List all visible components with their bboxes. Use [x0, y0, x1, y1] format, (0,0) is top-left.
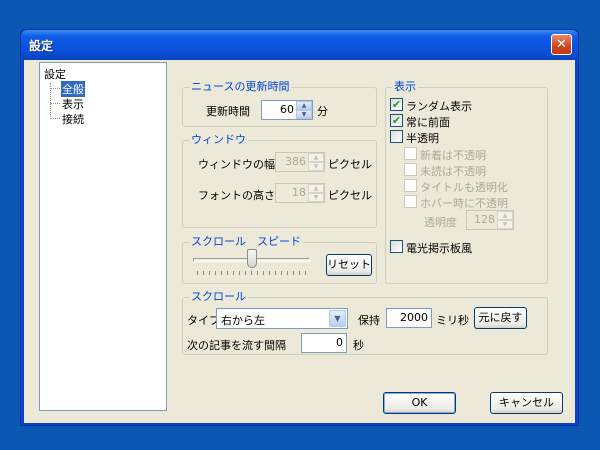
font-height-unit: ピクセル [328, 189, 372, 202]
tree-item-display[interactable]: 表示 [62, 96, 84, 112]
window-width-value: 386 [285, 155, 306, 168]
hold-time-input[interactable]: 2000 [386, 308, 432, 328]
display-group: 表示 ✔ ランダム表示 ✔ 常に前面 半透明 新着は不透明 未読は不透明 タイト… [385, 81, 548, 284]
scroll-speed-slider-thumb[interactable] [246, 249, 257, 268]
title-bar[interactable]: 設定 ✕ [21, 30, 578, 60]
tree-guide-branch [50, 103, 60, 104]
title-transparent-label: タイトルも透明化 [420, 181, 508, 194]
spin-up-icon[interactable]: ▲ [497, 211, 513, 220]
ticker-style-checkbox[interactable] [390, 240, 403, 253]
window-width-label: ウィンドウの幅 [198, 158, 275, 171]
close-button[interactable]: ✕ [551, 34, 572, 55]
display-group-label: 表示 [392, 80, 418, 93]
spin-down-icon[interactable]: ▼ [497, 220, 513, 229]
ok-button[interactable]: OK [383, 392, 456, 414]
hold-label: 保持 [358, 314, 380, 327]
update-interval-unit: 分 [317, 105, 328, 118]
new-opaque-checkbox[interactable] [404, 147, 417, 160]
font-height-spinner[interactable]: 18 ▲ ▼ [275, 183, 325, 203]
next-article-interval-label: 次の記事を流す間隔 [187, 339, 286, 352]
spin-up-icon[interactable]: ▲ [296, 101, 312, 110]
hold-unit: ミリ秒 [436, 314, 469, 327]
ticker-style-label: 電光掲示板風 [406, 242, 472, 255]
update-interval-group-label: ニュースの更新時間 [189, 80, 292, 93]
font-height-value: 18 [292, 186, 306, 199]
scroll-speed-group-label: スクロール スピード [189, 235, 303, 248]
tree-item-general[interactable]: 全般 [61, 81, 85, 97]
opacity-spinner[interactable]: 128 ▲ ▼ [466, 210, 514, 230]
unread-opaque-label: 未読は不透明 [420, 165, 486, 178]
spin-down-icon[interactable]: ▼ [296, 110, 312, 119]
spin-up-icon[interactable]: ▲ [308, 153, 324, 162]
window-width-unit: ピクセル [328, 158, 372, 171]
cancel-button[interactable]: キャンセル [490, 392, 563, 414]
always-on-top-label: 常に前面 [406, 116, 450, 129]
settings-tree[interactable]: 設定 全般 表示 接続 [39, 62, 167, 411]
dialog-client-area: 設定 全般 表示 接続 ニュースの更新時間 更新時間 60 ▲ ▼ 分 ウィンド… [24, 60, 575, 423]
window-width-spinner[interactable]: 386 ▲ ▼ [275, 152, 325, 172]
tree-root[interactable]: 設定 [44, 66, 66, 82]
hover-opaque-checkbox[interactable] [404, 195, 417, 208]
scroll-type-select[interactable]: 右から左 ▼ [216, 308, 348, 329]
settings-window: 設定 ✕ 設定 全般 表示 接続 ニュースの更新時間 更新時間 60 ▲ ▼ 分… [20, 29, 579, 426]
tree-guide-branch [50, 118, 60, 119]
title-transparent-checkbox[interactable] [404, 179, 417, 192]
scroll-speed-ticks [197, 271, 310, 275]
update-interval-group: ニュースの更新時間 更新時間 60 ▲ ▼ 分 [182, 81, 377, 127]
close-icon: ✕ [556, 37, 567, 52]
spin-down-icon[interactable]: ▼ [308, 162, 324, 171]
scroll-group-label: スクロール [189, 290, 248, 303]
scroll-type-value: 右から左 [221, 314, 265, 327]
update-interval-label: 更新時間 [206, 105, 250, 118]
new-opaque-label: 新着は不透明 [420, 149, 486, 162]
scroll-group: スクロール タイプ 右から左 ▼ 保持 2000 ミリ秒 元に戻す 次の記事を流… [182, 291, 548, 355]
translucent-label: 半透明 [406, 132, 439, 145]
next-article-interval-input[interactable]: 0 [301, 333, 347, 353]
spin-down-icon[interactable]: ▼ [308, 193, 324, 202]
reset-speed-button[interactable]: リセット [326, 254, 372, 276]
update-interval-value: 60 [280, 103, 294, 116]
opacity-value: 128 [474, 213, 495, 226]
restore-button[interactable]: 元に戻す [474, 307, 527, 329]
font-height-label: フォントの高さ [198, 189, 275, 202]
tree-item-connection[interactable]: 接続 [62, 111, 84, 127]
always-on-top-checkbox[interactable]: ✔ [390, 114, 403, 127]
opacity-label: 透明度 [424, 216, 457, 229]
next-article-interval-unit: 秒 [353, 339, 364, 352]
unread-opaque-checkbox[interactable] [404, 163, 417, 176]
translucent-checkbox[interactable] [390, 130, 403, 143]
random-display-checkbox[interactable]: ✔ [390, 98, 403, 111]
scroll-speed-group: スクロール スピード リセット [182, 236, 377, 284]
update-interval-spinner[interactable]: 60 ▲ ▼ [261, 100, 313, 120]
dropdown-arrow-icon[interactable]: ▼ [329, 310, 346, 327]
window-title: 設定 [29, 39, 54, 53]
spin-up-icon[interactable]: ▲ [308, 184, 324, 193]
window-size-group: ウィンドウ ウィンドウの幅 386 ▲ ▼ ピクセル フォントの高さ 18 ▲ … [182, 134, 377, 228]
hover-opaque-label: ホバー時に不透明 [420, 197, 508, 210]
random-display-label: ランダム表示 [406, 100, 472, 113]
window-size-group-label: ウィンドウ [189, 133, 248, 146]
tree-guide-branch [50, 88, 60, 89]
